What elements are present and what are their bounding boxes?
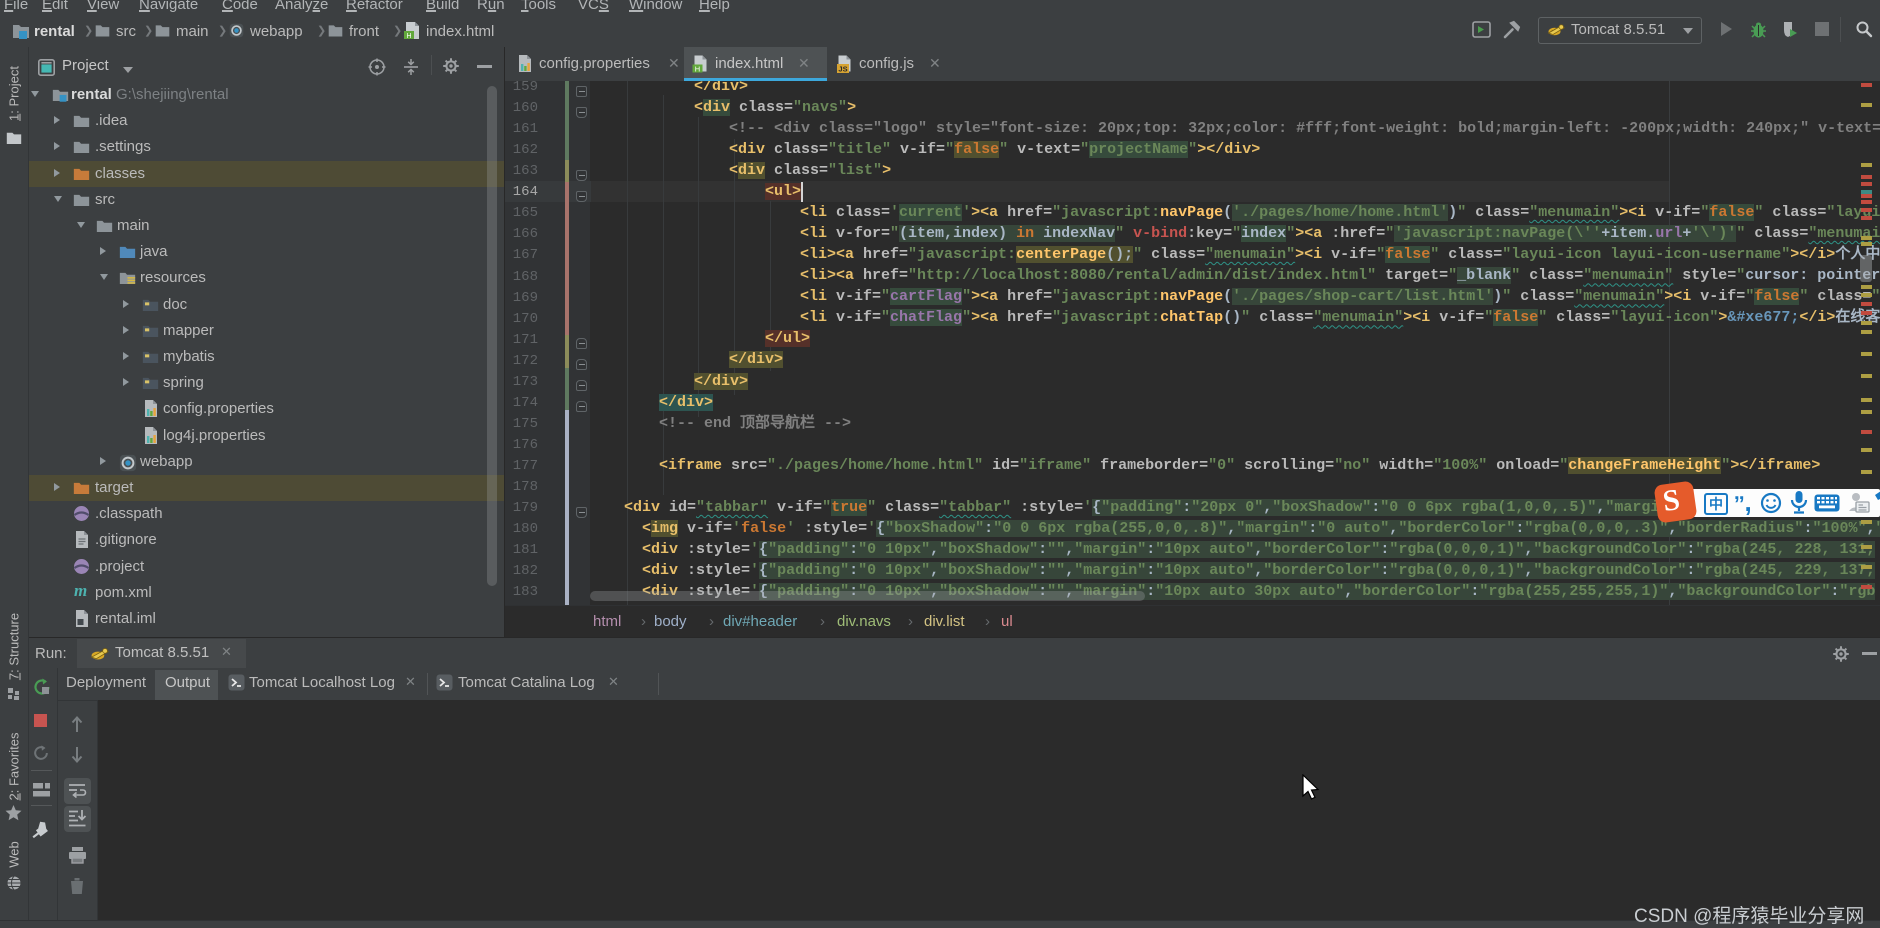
svg-text:H: H: [406, 33, 411, 40]
svg-text:H: H: [695, 65, 700, 74]
svg-text:JS: JS: [838, 65, 847, 74]
